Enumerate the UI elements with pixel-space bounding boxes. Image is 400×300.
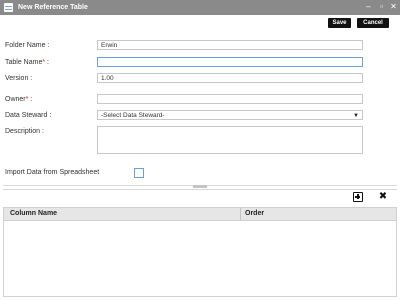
column-header-order[interactable]: Order bbox=[245, 208, 264, 220]
splitter-grip[interactable] bbox=[193, 185, 207, 188]
table-name-label-text: Table Name bbox=[5, 59, 43, 66]
data-steward-label: Data Steward : bbox=[5, 112, 52, 119]
owner-label-text: Owner bbox=[5, 96, 26, 103]
folder-name-field[interactable]: Erwin bbox=[97, 40, 363, 50]
close-button[interactable]: ✕ bbox=[388, 1, 399, 13]
column-header-name[interactable]: Column Name bbox=[10, 208, 57, 220]
delete-row-icon[interactable]: ✖ bbox=[378, 192, 388, 202]
import-spreadsheet-label: Import Data from Spreadsheet bbox=[5, 169, 100, 176]
import-spreadsheet-checkbox[interactable] bbox=[134, 168, 144, 178]
version-label: Version : bbox=[5, 75, 33, 82]
data-steward-selected: -Select Data Steward- bbox=[101, 112, 165, 119]
table-name-field[interactable] bbox=[97, 57, 363, 67]
data-steward-select[interactable]: -Select Data Steward- ▼ bbox=[97, 110, 363, 120]
owner-field[interactable] bbox=[97, 94, 363, 104]
version-field[interactable]: 1.00 bbox=[97, 73, 363, 83]
columns-grid: Column Name Order bbox=[3, 207, 397, 297]
save-button[interactable]: Save bbox=[328, 18, 351, 28]
column-divider[interactable] bbox=[240, 208, 241, 220]
owner-label-suffix: : bbox=[28, 96, 33, 103]
maximize-button[interactable]: ▫ bbox=[376, 1, 387, 13]
add-row-icon[interactable] bbox=[353, 192, 363, 202]
owner-label: Owner* : bbox=[5, 95, 32, 104]
table-name-label: Table Name* : bbox=[5, 58, 49, 67]
cancel-button[interactable]: Cancel bbox=[357, 18, 389, 28]
window-title: New Reference Table bbox=[18, 4, 88, 11]
title-bar: New Reference Table – ▫ ✕ bbox=[0, 0, 400, 15]
description-textarea[interactable] bbox=[97, 126, 363, 154]
dropdown-arrow-icon: ▼ bbox=[353, 113, 359, 119]
description-label: Description : bbox=[5, 128, 44, 135]
table-icon bbox=[4, 3, 13, 12]
new-reference-table-dialog: New Reference Table – ▫ ✕ Save Cancel Fo… bbox=[0, 0, 400, 300]
grid-header: Column Name Order bbox=[4, 208, 396, 221]
table-name-label-suffix: : bbox=[45, 59, 49, 66]
minimize-button[interactable]: – bbox=[363, 1, 374, 13]
folder-name-label: Folder Name : bbox=[5, 42, 50, 49]
